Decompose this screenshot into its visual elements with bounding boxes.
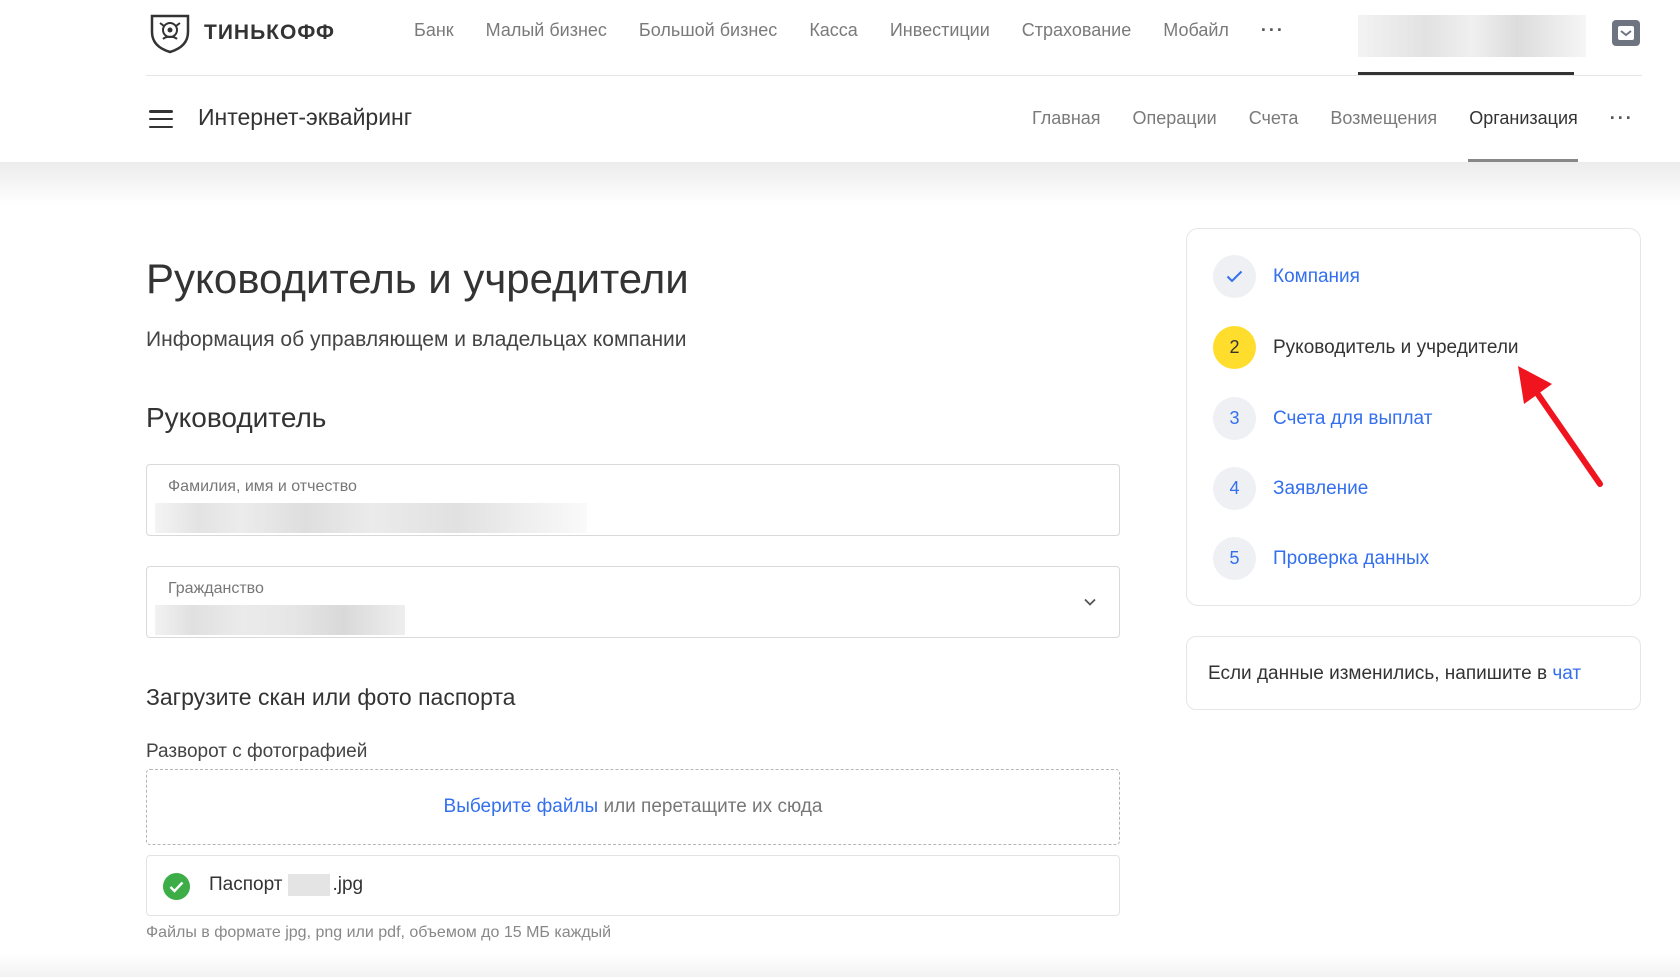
product-more-button[interactable]: ··· — [1610, 108, 1634, 129]
brand-name: ТИНЬКОФФ — [204, 21, 335, 44]
fio-value-redacted — [155, 503, 587, 533]
page-subtitle: Информация об управляющем и владельцах к… — [146, 328, 687, 351]
chevron-down-icon[interactable] — [1083, 595, 1097, 609]
tab-refunds[interactable]: Возмещения — [1330, 108, 1437, 129]
step-application[interactable]: 4 Заявление — [1213, 467, 1368, 510]
upload-spread-label: Разворот с фотографией — [146, 741, 368, 762]
dropzone-hint: или перетащите их сюда — [598, 796, 823, 817]
step-label: Руководитель и учредители — [1273, 336, 1519, 358]
nav-small-business[interactable]: Малый бизнес — [486, 20, 607, 41]
step-number: 3 — [1213, 397, 1256, 440]
top-bar: ТИНЬКОФФ Банк Малый бизнес Большой бизне… — [0, 0, 1680, 75]
annotation-arrow-icon — [1518, 366, 1603, 487]
citizenship-select[interactable]: Гражданство — [146, 566, 1120, 638]
step-label: Счета для выплат — [1273, 407, 1433, 429]
nav-mobile[interactable]: Мобайл — [1163, 20, 1229, 41]
file-format-hint: Файлы в формате jpg, png или pdf, объемо… — [146, 924, 612, 941]
step-done-check-icon — [1213, 255, 1256, 298]
step-payout-accounts[interactable]: 3 Счета для выплат — [1213, 397, 1432, 440]
tab-main[interactable]: Главная — [1032, 108, 1101, 129]
inbox-button[interactable] — [1612, 20, 1640, 46]
nav-kassa[interactable]: Касса — [809, 20, 858, 41]
account-switcher-blurred[interactable] — [1358, 15, 1586, 57]
step-label: Проверка данных — [1273, 547, 1430, 569]
menu-burger-icon[interactable] — [149, 110, 173, 128]
info-text: Если данные изменились, напишите в — [1208, 663, 1553, 684]
chat-link[interactable]: чат — [1552, 663, 1581, 684]
tab-organization[interactable]: Организация — [1469, 108, 1578, 129]
nav-more-button[interactable]: ··· — [1261, 20, 1285, 41]
product-navigation: Главная Операции Счета Возмещения Органи… — [1032, 108, 1634, 129]
fio-field-label: Фамилия, имя и отчество — [168, 478, 357, 495]
nav-big-business[interactable]: Большой бизнес — [639, 20, 777, 41]
tinkoff-emblem-icon — [150, 14, 190, 54]
tab-accounts[interactable]: Счета — [1249, 108, 1299, 129]
choose-files-link[interactable]: Выберите файлы — [444, 796, 599, 817]
header-shadow — [0, 162, 1680, 206]
nav-bank[interactable]: Банк — [414, 20, 454, 41]
file-extension: .jpg — [332, 874, 364, 895]
step-number: 2 — [1213, 326, 1256, 369]
upload-section-title: Загрузите скан или фото паспорта — [146, 684, 516, 710]
step-label: Заявление — [1273, 477, 1369, 499]
tab-operations[interactable]: Операции — [1133, 108, 1217, 129]
step-company[interactable]: Компания — [1213, 255, 1360, 298]
file-dropzone[interactable]: Выберите файлы или перетащите их сюда — [146, 769, 1120, 845]
inbox-icon — [1618, 26, 1634, 40]
fio-field[interactable]: Фамилия, имя и отчество — [146, 464, 1120, 536]
citizenship-field-label: Гражданство — [168, 580, 264, 597]
step-data-check[interactable]: 5 Проверка данных — [1213, 537, 1429, 580]
citizenship-value-redacted — [155, 605, 405, 635]
step-director-founders[interactable]: 2 Руководитель и учредители — [1213, 326, 1519, 369]
file-name-prefix: Паспорт — [209, 874, 283, 895]
page-title: Руководитель и учредители — [146, 255, 689, 302]
uploaded-file-name[interactable]: Паспорт .jpg — [209, 874, 363, 896]
nav-insurance[interactable]: Страхование — [1022, 20, 1131, 41]
section-title-director: Руководитель — [146, 402, 327, 433]
top-navigation: Банк Малый бизнес Большой бизнес Касса И… — [414, 20, 1285, 41]
step-number: 4 — [1213, 467, 1256, 510]
success-check-icon — [163, 873, 190, 900]
step-number: 5 — [1213, 537, 1256, 580]
info-card: Если данные изменились, напишите в чат — [1186, 636, 1641, 710]
tinkoff-logo[interactable]: ТИНЬКОФФ — [146, 12, 335, 54]
nav-investments[interactable]: Инвестиции — [890, 20, 990, 41]
product-title: Интернет-эквайринг — [198, 104, 413, 130]
step-label: Компания — [1273, 265, 1360, 287]
uploaded-file-row: Паспорт .jpg — [146, 855, 1120, 916]
bottom-fade — [0, 954, 1680, 977]
file-name-redacted — [288, 874, 331, 896]
